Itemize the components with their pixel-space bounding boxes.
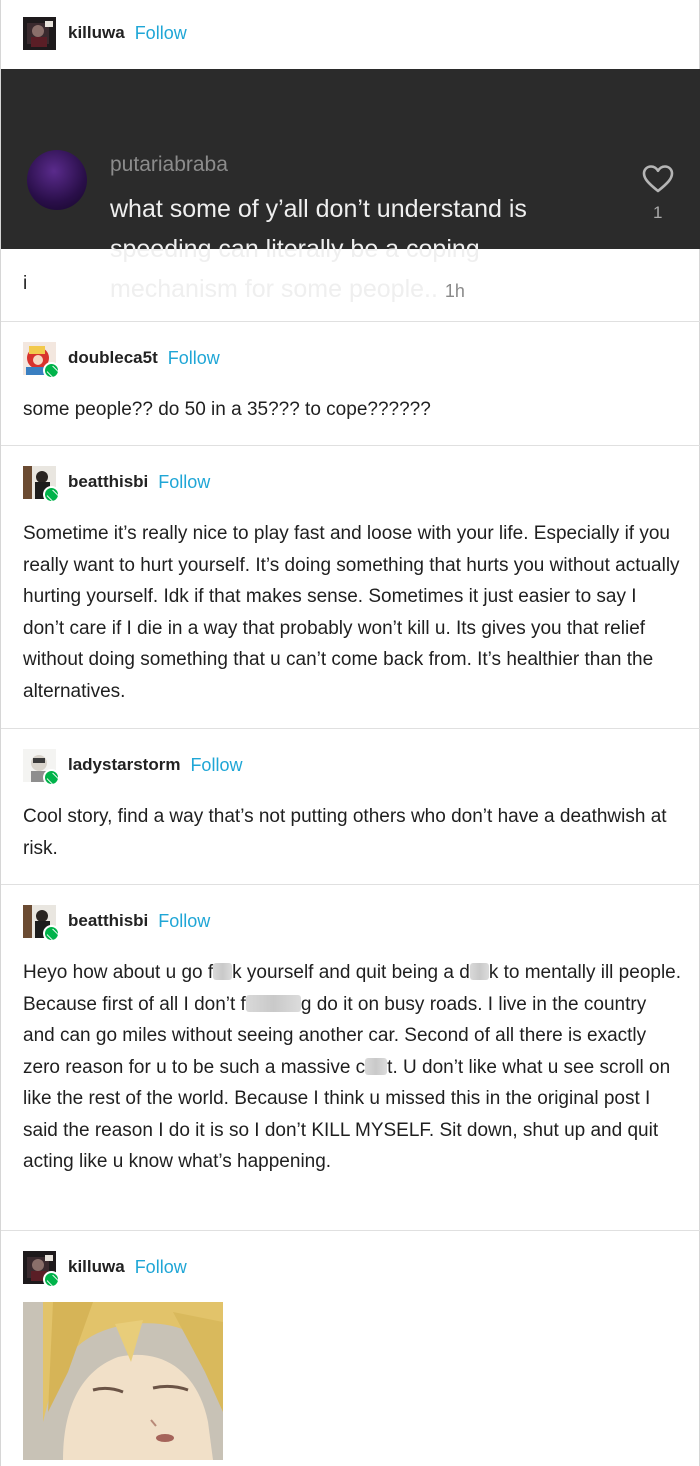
username[interactable]: killuwa [68, 1257, 125, 1277]
censor-blur [213, 963, 233, 980]
screenshot-avatar [27, 150, 87, 210]
post-ladystarstorm: ladystarstorm Follow Cool story, find a … [1, 728, 700, 884]
post-killuwa-original: killuwa Follow putariabraba what some of… [1, 0, 700, 321]
post-header: killuwa Follow [23, 16, 187, 50]
screenshot-embed: putariabraba what some of y’all don’t un… [1, 69, 700, 303]
username[interactable]: doubleca5t [68, 348, 158, 368]
censor-blur [365, 1057, 388, 1075]
post-text: Cool story, find a way that’s not puttin… [23, 806, 667, 859]
username[interactable]: killuwa [68, 23, 125, 43]
follow-button[interactable]: Follow [135, 1257, 187, 1278]
post-beatthisbi-first: beatthisbi Follow Sometime it’s really n… [1, 445, 700, 728]
post-thread: killuwa Follow putariabraba what some of… [0, 0, 700, 1466]
avatar[interactable] [23, 465, 60, 503]
username[interactable]: ladystarstorm [68, 755, 180, 775]
like-count: 1 [653, 203, 663, 222]
heart-icon [642, 165, 674, 193]
reblog-icon [43, 924, 60, 942]
post-header: killuwa Follow [23, 1250, 187, 1288]
follow-button[interactable]: Follow [158, 911, 210, 932]
reblog-icon [43, 1270, 60, 1288]
reblog-icon [43, 361, 60, 379]
avatar[interactable] [23, 904, 60, 942]
post-header: ladystarstorm Follow [23, 748, 242, 786]
post-header: beatthisbi Follow [23, 465, 210, 503]
reaction-image[interactable] [23, 1302, 223, 1460]
avatar[interactable] [23, 341, 60, 379]
screenshot-username: putariabraba [110, 153, 228, 176]
avatar[interactable] [23, 16, 56, 50]
username[interactable]: beatthisbi [68, 911, 148, 931]
follow-button[interactable]: Follow [190, 755, 242, 776]
reblog-icon [43, 485, 60, 503]
post-beatthisbi-reply: beatthisbi Follow Heyo how about u go f k… [1, 884, 700, 1230]
follow-button[interactable]: Follow [168, 348, 220, 369]
avatar-image [23, 16, 56, 50]
post-doubleca5t: doubleca5t Follow some people?? do 50 in… [1, 321, 700, 445]
post-text: some people?? do 50 in a 35??? to cope??… [23, 399, 431, 420]
post-text: i [23, 273, 28, 294]
text-segment: Heyo how about u go f [23, 962, 214, 983]
reblog-icon [43, 768, 60, 786]
text-segment: k yourself and quit being a d [232, 962, 470, 983]
post-header: beatthisbi Follow [23, 904, 210, 942]
post-text: Heyo how about u go f k yourself and quit… [23, 957, 683, 1178]
avatar[interactable] [23, 1250, 60, 1288]
post-header: doubleca5t Follow [23, 341, 220, 379]
avatar[interactable] [23, 748, 60, 786]
username[interactable]: beatthisbi [68, 472, 148, 492]
follow-button[interactable]: Follow [135, 23, 187, 44]
censor-blur [469, 963, 489, 980]
censor-blur [245, 994, 301, 1012]
follow-button[interactable]: Follow [158, 472, 210, 493]
post-text: Sometime it’s really nice to play fast a… [23, 523, 680, 702]
